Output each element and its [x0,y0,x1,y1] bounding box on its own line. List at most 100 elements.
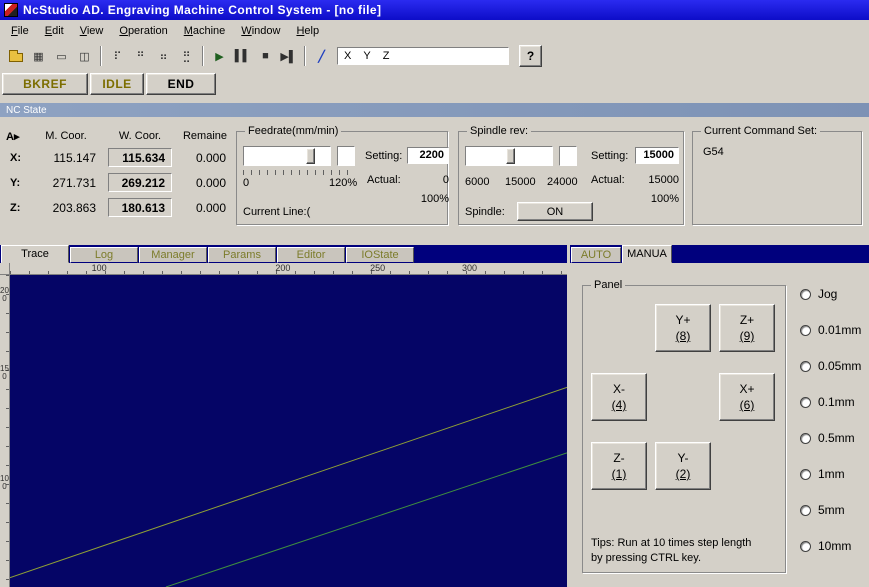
start-icon[interactable]: ▶ [208,44,231,68]
step-option-label: 0.05mm [818,359,862,373]
mode-button-bar: BKREF IDLE END [0,70,869,97]
step-option-5mm[interactable]: 5mm [800,503,861,517]
open-folder-icon[interactable] [4,44,27,68]
v-ruler-label: 100 [0,473,9,491]
menu-window[interactable]: Window [233,22,288,40]
feedrate-actual-label: Actual: [367,174,401,186]
idle-button[interactable]: IDLE [90,72,144,95]
step-option-0.01mm[interactable]: 0.01mm [800,323,861,337]
trace-canvas[interactable] [10,275,567,587]
axis-corner-icon: A▸ [6,130,20,143]
screen-icon[interactable]: ▭ [50,44,73,68]
tab-manual[interactable]: MANUA [622,245,672,263]
step-option-1mm[interactable]: 1mm [800,467,861,481]
antenna-icon[interactable]: ⠏ [106,44,129,68]
radio-icon [800,288,811,300]
menu-machine[interactable]: Machine [176,22,234,40]
tab-log[interactable]: Log [70,247,138,263]
radio-icon [800,432,811,444]
z-work-coor: 180.613 [108,198,172,217]
feedrate-slider[interactable] [243,146,331,166]
trace-view: 100 200 250 300 200 150 100 [0,263,567,587]
feedrate-setting-value[interactable]: 2200 [407,147,449,164]
jog-z-plus-button[interactable]: Z+ (9) [719,304,775,352]
feedrate-slider-endbox [337,146,355,166]
end-button[interactable]: END [146,72,216,95]
feedrate-scale-max: 120% [329,177,358,189]
save-icon[interactable]: ▦ [27,44,50,68]
spindle-actual-value: 15000 [648,174,679,186]
jog-button-label: Z- [613,451,625,465]
jog-button-label: Y- [677,451,689,465]
nc-state-label: NC State [6,104,47,116]
menu-view[interactable]: View [72,22,112,40]
tab-iostate[interactable]: IOState [346,247,414,263]
spindle-scale-15000: 15000 [505,176,536,188]
app-window: NcStudio AD. Engraving Machine Control S… [0,0,869,587]
step-option-0.1mm[interactable]: 0.1mm [800,395,861,409]
pen-icon[interactable]: ╱ [310,44,333,68]
command-set-group: Current Command Set: G54 [692,125,862,225]
feedrate-group-title: Feedrate(mm/min) [245,125,342,137]
tab-params[interactable]: Params [208,247,276,263]
jog-button-key: (2) [675,467,691,481]
jog-y-minus-button[interactable]: Y- (2) [655,442,711,490]
windows-icon[interactable]: ◫ [73,44,96,68]
feedrate-slider-thumb[interactable] [306,148,315,164]
title-bar: NcStudio AD. Engraving Machine Control S… [0,0,869,20]
help-button[interactable]: ? [519,45,542,67]
step-option-label: 5mm [818,503,845,517]
radio-icon [800,504,811,516]
bkref-button[interactable]: BKREF [2,72,88,95]
spindle-scale-24000: 24000 [547,176,578,188]
jog-x-plus-button[interactable]: X+ (6) [719,373,775,421]
spindle-on-button[interactable]: ON [517,202,593,221]
pause-icon[interactable]: ▌▌ [231,44,254,68]
menu-file[interactable]: File [3,22,37,40]
step-option-0.5mm[interactable]: 0.5mm [800,431,861,445]
step-option-jog[interactable]: Jog [800,287,861,301]
jog-button-grid: Y+ (8) Z+ (9) X- (4) X+ (6) Z- (1) Y- (2… [583,286,785,490]
step-icon[interactable]: ▶▌ [277,44,300,68]
h-ruler-label: 100 [91,263,107,273]
axis-combo[interactable]: X Y Z [337,47,509,65]
tab-trace[interactable]: Trace [1,245,69,263]
spindle-slider-thumb[interactable] [506,148,515,164]
spindle-setting-label: Setting: [591,150,629,162]
spindle-percent: 100% [650,193,679,205]
v-ruler-label: 200 [0,286,9,304]
machine-coor-header: M. Coor. [45,130,87,142]
feedrate-scale-ticks [243,170,355,175]
radio-icon [800,540,811,552]
menu-help[interactable]: Help [288,22,327,40]
jog-button-label: X+ [739,382,755,396]
trace-tabstrip: Trace Log Manager Params Editor IOState [0,245,567,263]
spindle-slider[interactable] [465,146,553,166]
toolbar-separator [304,46,306,66]
dots-grid-icon[interactable]: ⠛ [129,44,152,68]
menu-edit[interactable]: Edit [37,22,72,40]
tab-editor[interactable]: Editor [277,247,345,263]
axis-label-y: Y: [10,176,21,189]
step-option-10mm[interactable]: 10mm [800,539,861,553]
y-work-coor: 269.212 [108,173,172,192]
jog-panel-group: Panel Y+ (8) Z+ (9) X- (4) X+ (6) Z- (1)… [582,279,786,573]
jog-z-minus-button[interactable]: Z- (1) [591,442,647,490]
jog-x-minus-button[interactable]: X- (4) [591,373,647,421]
spindle-slider-endbox [559,146,577,166]
tab-auto[interactable]: AUTO [571,247,621,263]
jog-button-key: (4) [611,398,627,412]
spindle-setting-value[interactable]: 15000 [635,147,679,164]
stop-icon[interactable]: ■ [254,44,277,68]
menu-bar: File Edit View Operation Machine Window … [0,20,869,42]
nc-state-bar: NC State [0,103,869,117]
jog-button-key: (1) [611,467,627,481]
jog-tips: Tips: Run at 10 times step length by pre… [591,536,781,566]
pin-icon[interactable]: ⠶ [152,44,175,68]
jog-y-plus-button[interactable]: Y+ (8) [655,304,711,352]
download-icon[interactable]: ⣛ [175,44,198,68]
tab-manager[interactable]: Manager [139,247,207,263]
spindle-actual-label: Actual: [591,174,625,186]
step-option-0.05mm[interactable]: 0.05mm [800,359,861,373]
menu-operation[interactable]: Operation [111,22,175,40]
